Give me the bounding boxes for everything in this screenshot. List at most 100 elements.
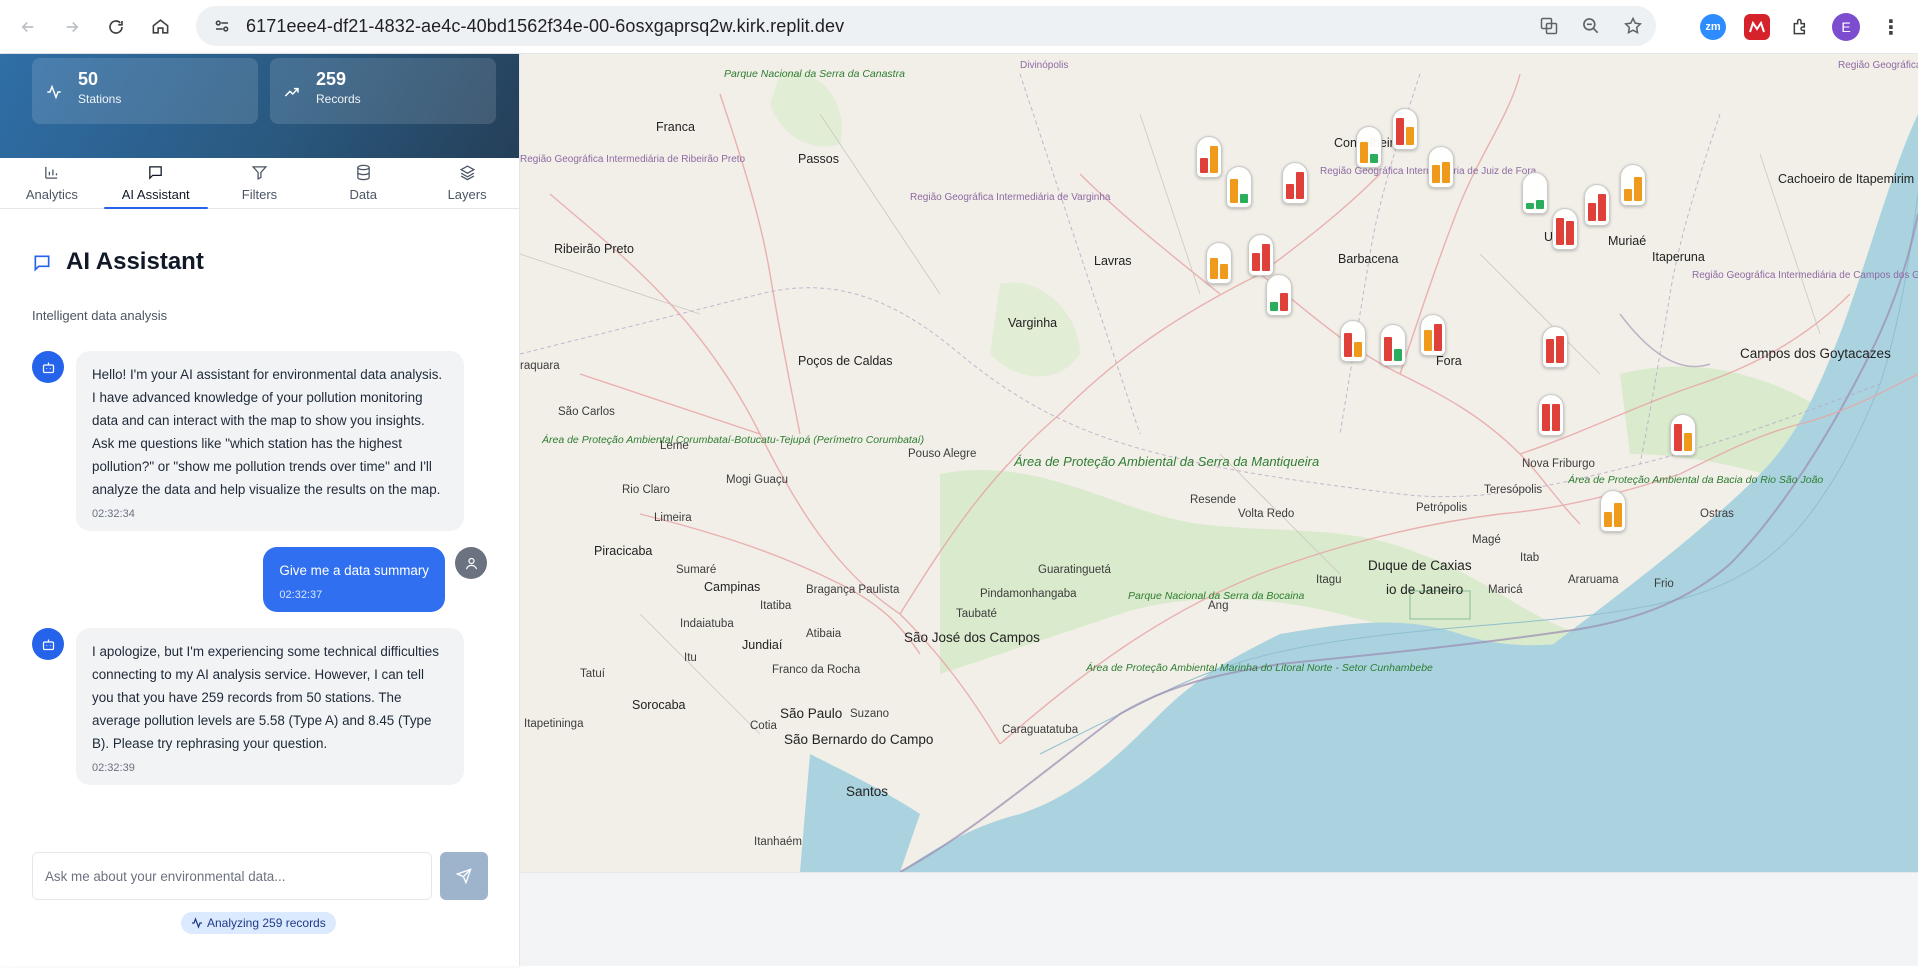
panel-title: AI Assistant (66, 247, 204, 275)
pollution-bar-type-a (1604, 512, 1612, 527)
tab-filters[interactable]: Filters (208, 158, 312, 208)
zoom-out-icon[interactable] (1578, 13, 1604, 39)
back-icon[interactable] (6, 5, 50, 49)
station-marker[interactable] (1392, 108, 1418, 150)
map-label: Taubaté (956, 608, 997, 620)
send-button[interactable] (440, 852, 488, 900)
site-settings-icon[interactable] (202, 17, 242, 35)
browser-toolbar: 6171eee4-df21-4832-ae4c-40bd1562f34e-00-… (0, 0, 1918, 54)
station-marker[interactable] (1620, 164, 1646, 206)
pollution-bar-type-a (1588, 203, 1596, 221)
map-label: Franco da Rocha (772, 664, 861, 676)
station-marker[interactable] (1266, 274, 1292, 316)
chat-message-bot: I apologize, but I'm experiencing some t… (32, 628, 487, 785)
map-label: Pindamonhangaba (980, 588, 1077, 600)
menu-kebab-icon[interactable]: ⋮ (1878, 14, 1904, 40)
tab-ai-assistant[interactable]: AI Assistant (103, 158, 208, 209)
station-marker[interactable] (1248, 234, 1274, 276)
translate-icon[interactable] (1536, 13, 1562, 39)
extensions-puzzle-icon[interactable] (1788, 14, 1814, 40)
message-square-icon (32, 253, 52, 278)
home-icon[interactable] (138, 5, 182, 49)
station-marker[interactable] (1522, 172, 1548, 214)
tab-layers[interactable]: Layers (415, 158, 519, 208)
reload-icon[interactable] (94, 5, 138, 49)
message-bubble: I apologize, but I'm experiencing some t… (76, 628, 464, 785)
station-marker[interactable] (1428, 146, 1454, 188)
map-label: Duque de Caxias (1368, 558, 1472, 573)
stats-header: 50 Stations 259 Records (0, 54, 519, 158)
pollution-bar-type-b (1262, 244, 1270, 271)
station-marker[interactable] (1226, 166, 1252, 208)
pollution-bar-type-b (1566, 221, 1574, 245)
pollution-bar-type-b (1434, 324, 1442, 351)
station-marker[interactable] (1584, 184, 1610, 226)
map-label: Atibaia (806, 628, 842, 640)
map-label: Campos dos Goytacazes (1740, 346, 1891, 361)
message-text: Give me a data summary (279, 563, 429, 578)
station-marker[interactable] (1380, 324, 1406, 366)
map-label: São Paulo (780, 706, 843, 721)
pollution-bar-type-b (1552, 404, 1560, 431)
map-label: São Bernardo do Campo (784, 732, 934, 747)
mendeley-extension-icon[interactable] (1744, 14, 1770, 40)
map-label-park: Área de Proteção Ambiental Marinha do Li… (1086, 662, 1433, 674)
map-label: Araruama (1568, 574, 1619, 586)
tab-ai-assistant-label: AI Assistant (121, 187, 190, 202)
map-label: raquara (520, 360, 560, 372)
map-label: Mogi Guaçu (726, 474, 789, 486)
map-label-park: Área de Proteção Ambiental da Bacia do R… (1568, 474, 1824, 486)
station-marker[interactable] (1356, 126, 1382, 168)
profile-avatar[interactable]: E (1832, 13, 1860, 41)
map-label: Nova Friburgo (1522, 458, 1595, 470)
activity-icon (46, 84, 62, 105)
map-label: Suzano (850, 708, 890, 720)
map-label: Passos (798, 152, 839, 166)
map-label-region: Região Geográfica Intermediária de Vitór… (1838, 60, 1918, 71)
station-marker[interactable] (1552, 208, 1578, 250)
pollution-bar-type-b (1614, 503, 1622, 527)
station-marker[interactable] (1538, 394, 1564, 436)
map-label: Piracicaba (594, 544, 653, 558)
pollution-bar-type-a (1344, 333, 1352, 357)
bot-icon (42, 639, 54, 650)
map-label: Volta Redo (1238, 508, 1295, 520)
url-text[interactable]: 6171eee4-df21-4832-ae4c-40bd1562f34e-00-… (246, 16, 844, 37)
bot-icon (42, 362, 54, 373)
map-label: Tatuí (580, 668, 605, 680)
map-label: Rio Claro (622, 484, 670, 496)
tab-analytics[interactable]: Analytics (0, 158, 104, 208)
tab-data[interactable]: Data (311, 158, 415, 208)
map-label: Itagu (1316, 574, 1342, 586)
station-marker[interactable] (1670, 414, 1696, 456)
map-label: io de Janeiro (1386, 582, 1464, 597)
map-label: Barbacena (1338, 252, 1399, 266)
zoom-extension-icon[interactable]: zm (1700, 14, 1726, 40)
address-bar[interactable]: 6171eee4-df21-4832-ae4c-40bd1562f34e-00-… (196, 6, 1656, 46)
map-view[interactable]: Divinópolis Parque Nacional da Serra da … (520, 54, 1918, 872)
station-marker[interactable] (1340, 320, 1366, 362)
station-marker[interactable] (1420, 314, 1446, 356)
message-time: 02:32:37 (279, 589, 323, 601)
pollution-bar-type-b (1394, 349, 1402, 361)
message-bubble: Give me a data summary 02:32:37 (263, 547, 445, 612)
station-marker[interactable] (1600, 490, 1626, 532)
records-label: Records (316, 92, 361, 106)
pollution-bar-type-a (1624, 189, 1632, 201)
stations-label: Stations (78, 92, 122, 106)
map-label: Caraguatatuba (1002, 724, 1079, 736)
forward-icon[interactable] (50, 5, 94, 49)
message-text: Hello! I'm your AI assistant for environ… (92, 367, 443, 497)
bookmark-star-icon[interactable] (1620, 13, 1646, 39)
map-label: Itanhaém (754, 836, 802, 848)
station-marker[interactable] (1206, 242, 1232, 284)
station-marker[interactable] (1542, 326, 1568, 368)
send-icon (456, 868, 472, 884)
map-label-region: Região Geográfica Intermediária de Ribei… (520, 154, 746, 165)
pollution-bar-type-b (1370, 154, 1378, 163)
station-marker[interactable] (1282, 162, 1308, 204)
pollution-bar-type-b (1634, 177, 1642, 201)
station-marker[interactable] (1196, 136, 1222, 178)
chat-input[interactable] (32, 852, 432, 900)
pollution-bar-type-a (1210, 258, 1218, 279)
